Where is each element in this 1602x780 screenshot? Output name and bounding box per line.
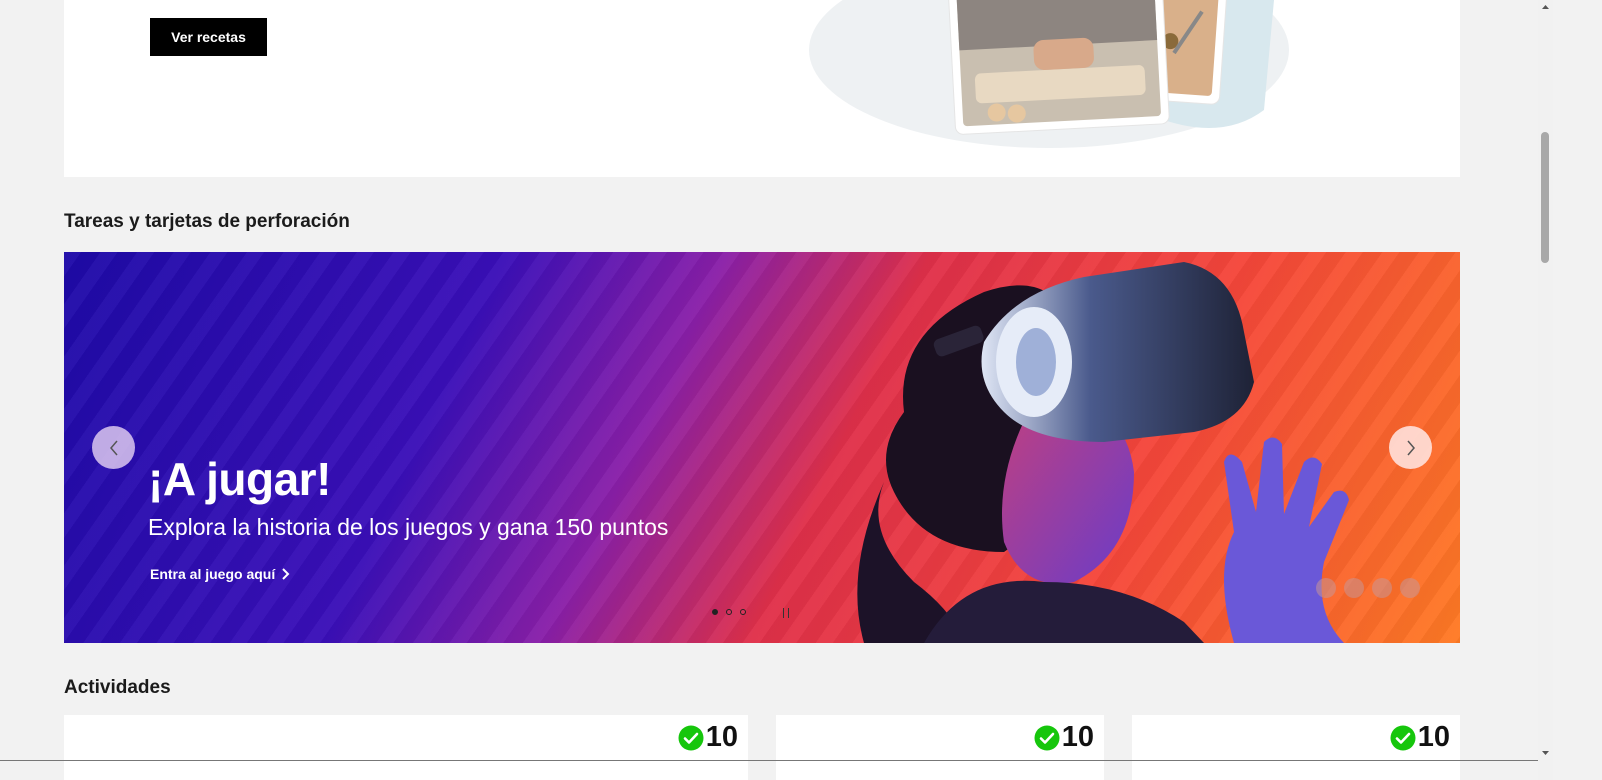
carousel-next-button[interactable] bbox=[1389, 426, 1432, 469]
points-value: 10 bbox=[1061, 721, 1094, 753]
carousel-dot-3[interactable] bbox=[740, 609, 746, 615]
vertical-scrollbar[interactable] bbox=[1538, 0, 1553, 780]
scroll-down-arrow-icon[interactable] bbox=[1538, 745, 1553, 760]
points-value: 10 bbox=[1417, 721, 1450, 753]
scrollbar-thumb[interactable] bbox=[1541, 132, 1549, 263]
carousel-tab-4[interactable] bbox=[1400, 578, 1420, 598]
activities-section-title: Actividades bbox=[64, 677, 171, 698]
points-value: 10 bbox=[705, 721, 738, 753]
carousel-dot-1[interactable] bbox=[712, 609, 718, 615]
tasks-section-title: Tareas y tarjetas de perforación bbox=[64, 211, 350, 232]
carousel-dot-2[interactable] bbox=[726, 609, 732, 615]
chevron-right-icon bbox=[1406, 440, 1415, 455]
chevron-left-icon bbox=[109, 440, 118, 455]
recipe-illustration bbox=[809, 0, 1289, 148]
carousel-tab-dots bbox=[1316, 578, 1420, 598]
check-circle-icon bbox=[1034, 725, 1060, 750]
chevron-right-icon bbox=[282, 568, 290, 580]
enter-game-link-label: Entra al juego aquí bbox=[150, 566, 276, 582]
recipe-card: Ver recetas bbox=[64, 0, 1460, 177]
carousel-tab-2[interactable] bbox=[1344, 578, 1364, 598]
viewport-bottom-edge bbox=[0, 760, 1538, 761]
carousel-tab-1[interactable] bbox=[1316, 578, 1336, 598]
activity-card[interactable]: 10 bbox=[1132, 715, 1460, 780]
carousel-indicators bbox=[712, 609, 746, 615]
check-circle-icon bbox=[678, 725, 704, 750]
carousel-prev-button[interactable] bbox=[92, 426, 135, 469]
pause-icon[interactable] bbox=[783, 608, 789, 618]
slide-title: ¡A jugar! bbox=[148, 453, 331, 505]
carousel-tab-3[interactable] bbox=[1372, 578, 1392, 598]
points-badge: 10 bbox=[678, 721, 738, 754]
page: Ver recetas Tareas y tarjetas de perfora… bbox=[0, 0, 1582, 780]
view-recipes-button[interactable]: Ver recetas bbox=[150, 18, 267, 56]
check-circle-icon bbox=[1390, 725, 1416, 750]
points-badge: 10 bbox=[1390, 721, 1450, 754]
slide-subtitle: Explora la historia de los juegos y gana… bbox=[148, 514, 669, 540]
scroll-up-arrow-icon[interactable] bbox=[1538, 0, 1553, 15]
activity-card[interactable]: 10 bbox=[64, 715, 748, 780]
activity-card[interactable]: 10 bbox=[776, 715, 1104, 780]
points-badge: 10 bbox=[1034, 721, 1094, 754]
promo-carousel: ¡A jugar! Explora la historia de los jue… bbox=[64, 252, 1460, 643]
enter-game-link[interactable]: Entra al juego aquí bbox=[150, 566, 290, 582]
